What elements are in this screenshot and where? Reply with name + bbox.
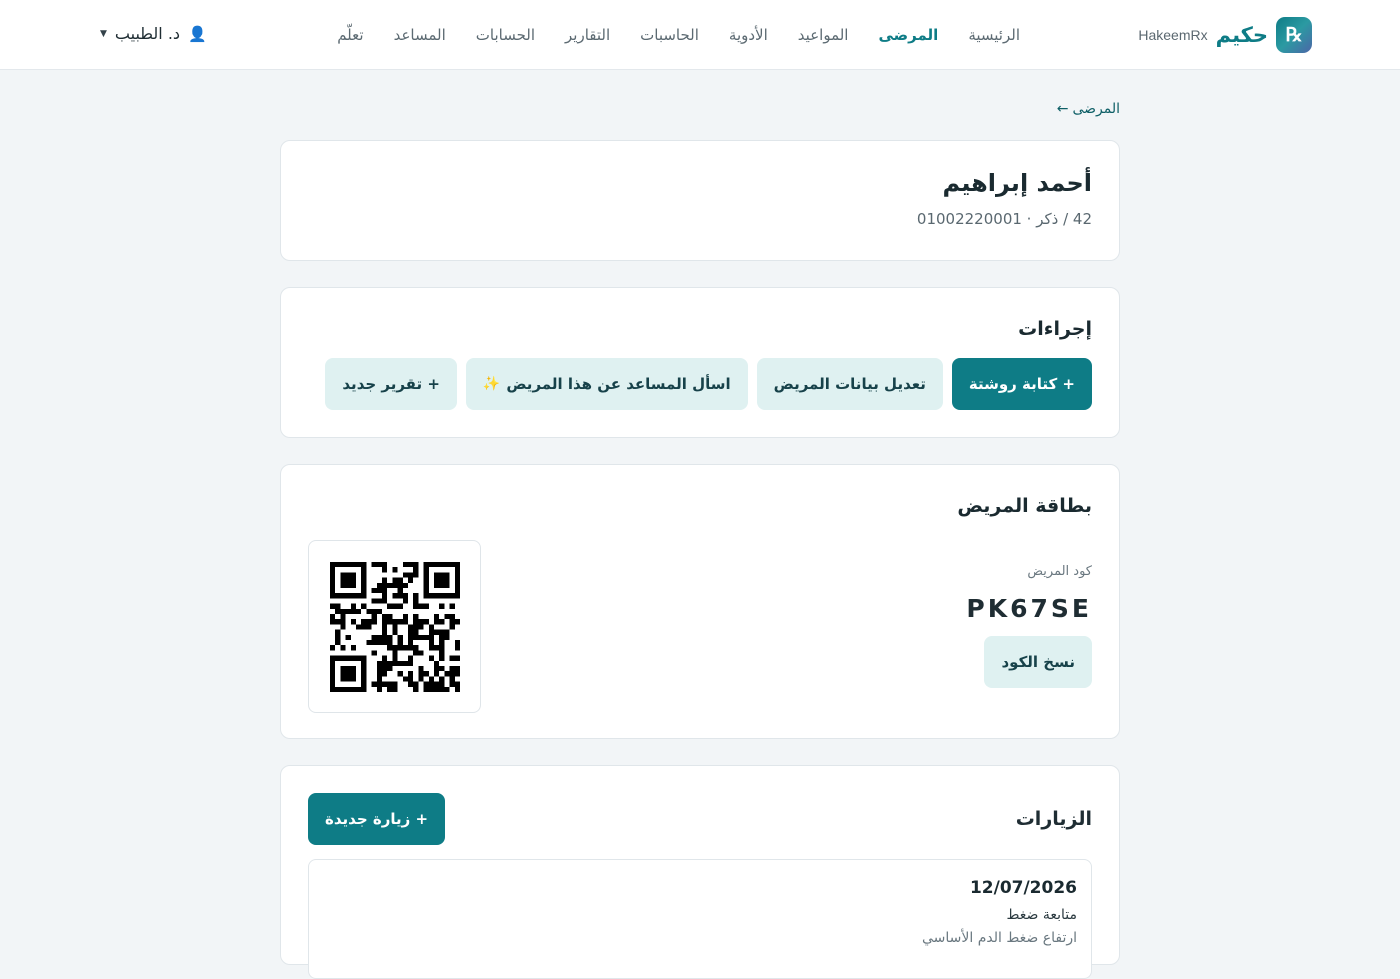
actions-row: + كتابة روشتة تعديل بيانات المريض اسأل ا… — [325, 358, 1092, 410]
brand[interactable]: ℞ حكيم HakeemRx — [1136, 17, 1312, 53]
arrow-left-icon: ← — [1056, 101, 1069, 117]
visit-date: 12/07/2026 — [969, 878, 1077, 898]
nav-appointments[interactable]: المواعيد — [798, 26, 849, 44]
visits-card: الزيارات + زيارة جديدة 12/07/2026 متابعة… — [280, 765, 1120, 979]
patient-card-title: بطاقة المريض — [957, 495, 1092, 517]
patient-code-label: كود المريض — [1027, 564, 1092, 579]
qr-code — [308, 540, 481, 713]
rx-logo-icon: ℞ — [1276, 17, 1312, 53]
sparkle-icon: ✨ — [482, 376, 501, 392]
actions-title: إجراءات — [1018, 318, 1092, 340]
qr-code-icon — [329, 561, 460, 692]
patient-meta: 42 / ذكر · 01002220001 — [916, 210, 1092, 228]
ask-assistant-label: اسأل المساعد عن هذا المريض — [506, 375, 731, 393]
edit-patient-button[interactable]: تعديل بيانات المريض — [756, 358, 943, 410]
visit-list-item[interactable]: 12/07/2026 متابعة ضغط ارتفاع ضغط الدم ال… — [308, 859, 1092, 979]
brand-name-en: HakeemRx — [1138, 27, 1208, 43]
nav-learn[interactable]: تعلّم — [337, 26, 363, 44]
breadcrumb-label: المرضى — [1072, 101, 1120, 117]
patient-code: PK67SE — [966, 594, 1092, 623]
write-prescription-label: + كتابة روشتة — [968, 375, 1075, 393]
copy-code-label: نسخ الكود — [1001, 653, 1075, 671]
new-visit-label: + زيارة جديدة — [325, 810, 429, 828]
ask-assistant-button[interactable]: اسأل المساعد عن هذا المريض ✨ — [465, 358, 748, 410]
main-nav: الرئيسية المرضى المواعيد الأدوية الحاسبا… — [337, 0, 1020, 70]
nav-reports[interactable]: التقارير — [565, 26, 610, 44]
caret-down-icon: ▼ — [100, 28, 107, 39]
new-report-button[interactable]: + تقرير جديد — [325, 358, 457, 410]
patient-name: أحمد إبراهيم — [942, 169, 1092, 197]
edit-patient-label: تعديل بيانات المريض — [773, 375, 926, 393]
actions-card: إجراءات + كتابة روشتة تعديل بيانات المري… — [280, 287, 1120, 438]
nav-calculators[interactable]: الحاسبات — [640, 26, 699, 44]
breadcrumb-back-patients[interactable]: المرضى ← — [1057, 101, 1120, 117]
nav-home[interactable]: الرئيسية — [968, 26, 1020, 44]
top-navbar: ℞ حكيم HakeemRx الرئيسية المرضى المواعيد… — [0, 0, 1400, 70]
person-icon: 👤 — [188, 24, 207, 43]
patient-header-card: أحمد إبراهيم 42 / ذكر · 01002220001 — [280, 140, 1120, 261]
nav-patients[interactable]: المرضى — [878, 26, 938, 44]
user-menu[interactable]: 👤 د. الطبيب ▼ — [100, 24, 207, 43]
nav-accounts[interactable]: الحسابات — [476, 26, 535, 44]
brand-name-ar: حكيم — [1215, 23, 1268, 47]
patient-card: بطاقة المريض كود المريض PK67SE نسخ الكود — [280, 464, 1120, 739]
user-name: د. الطبيب — [114, 24, 181, 43]
nav-assistant[interactable]: المساعد — [394, 26, 446, 44]
new-report-label: + تقرير جديد — [342, 375, 440, 393]
nav-medications[interactable]: الأدوية — [729, 26, 768, 44]
visit-type: متابعة ضغط — [1006, 907, 1077, 923]
write-prescription-button[interactable]: + كتابة روشتة — [951, 358, 1092, 410]
visit-note: ارتفاع ضغط الدم الأساسي — [922, 930, 1077, 946]
copy-code-button[interactable]: نسخ الكود — [984, 636, 1092, 688]
visits-title: الزيارات — [1015, 808, 1092, 830]
new-visit-button[interactable]: + زيارة جديدة — [308, 793, 446, 845]
